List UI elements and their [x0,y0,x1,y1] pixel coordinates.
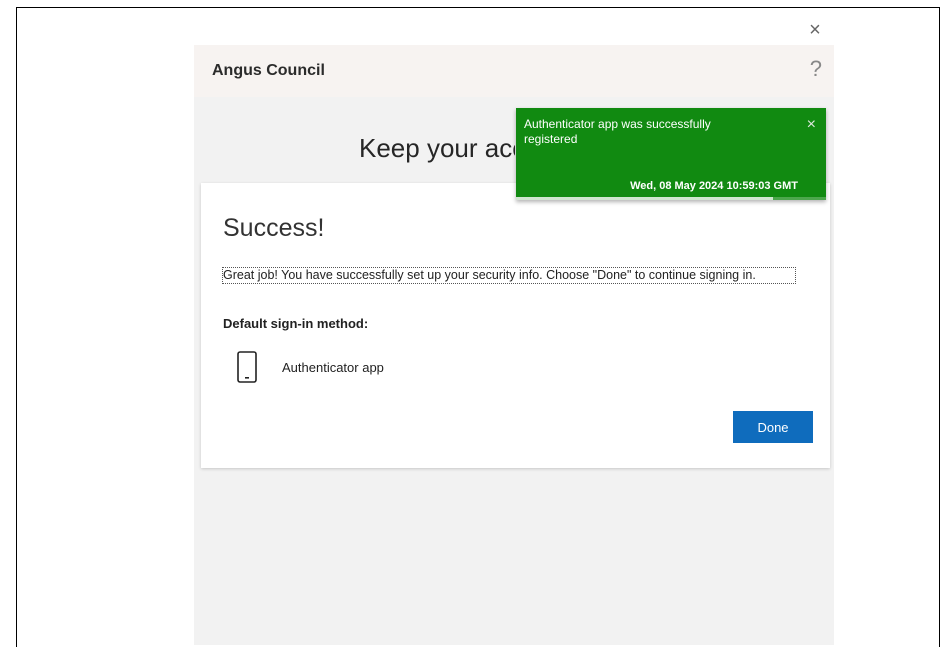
close-icon[interactable]: × [806,18,824,42]
method-name: Authenticator app [282,359,384,375]
panel-header: Angus Council ? [194,45,834,97]
done-button[interactable]: Done [733,411,813,443]
toast-message: Authenticator app was successfully regis… [524,117,711,146]
success-description: Great job! You have successfully set up … [222,267,796,284]
page-heading: Keep your account secure [359,133,515,163]
help-icon[interactable]: ? [810,57,822,81]
default-method-label: Default sign-in method: [223,316,369,331]
success-card: Success! Great job! You have successfull… [201,183,830,468]
toast-progress-bar [516,197,826,200]
toast-close-icon[interactable]: × [807,116,816,134]
success-toast: Authenticator app was successfully regis… [516,108,826,200]
card-title: Success! [223,214,325,242]
org-name: Angus Council [212,62,325,79]
phone-icon [237,351,257,383]
toast-progress-fill [516,197,774,200]
default-method-row: Authenticator app [237,350,384,384]
toast-timestamp: Wed, 08 May 2024 10:59:03 GMT [630,180,798,192]
